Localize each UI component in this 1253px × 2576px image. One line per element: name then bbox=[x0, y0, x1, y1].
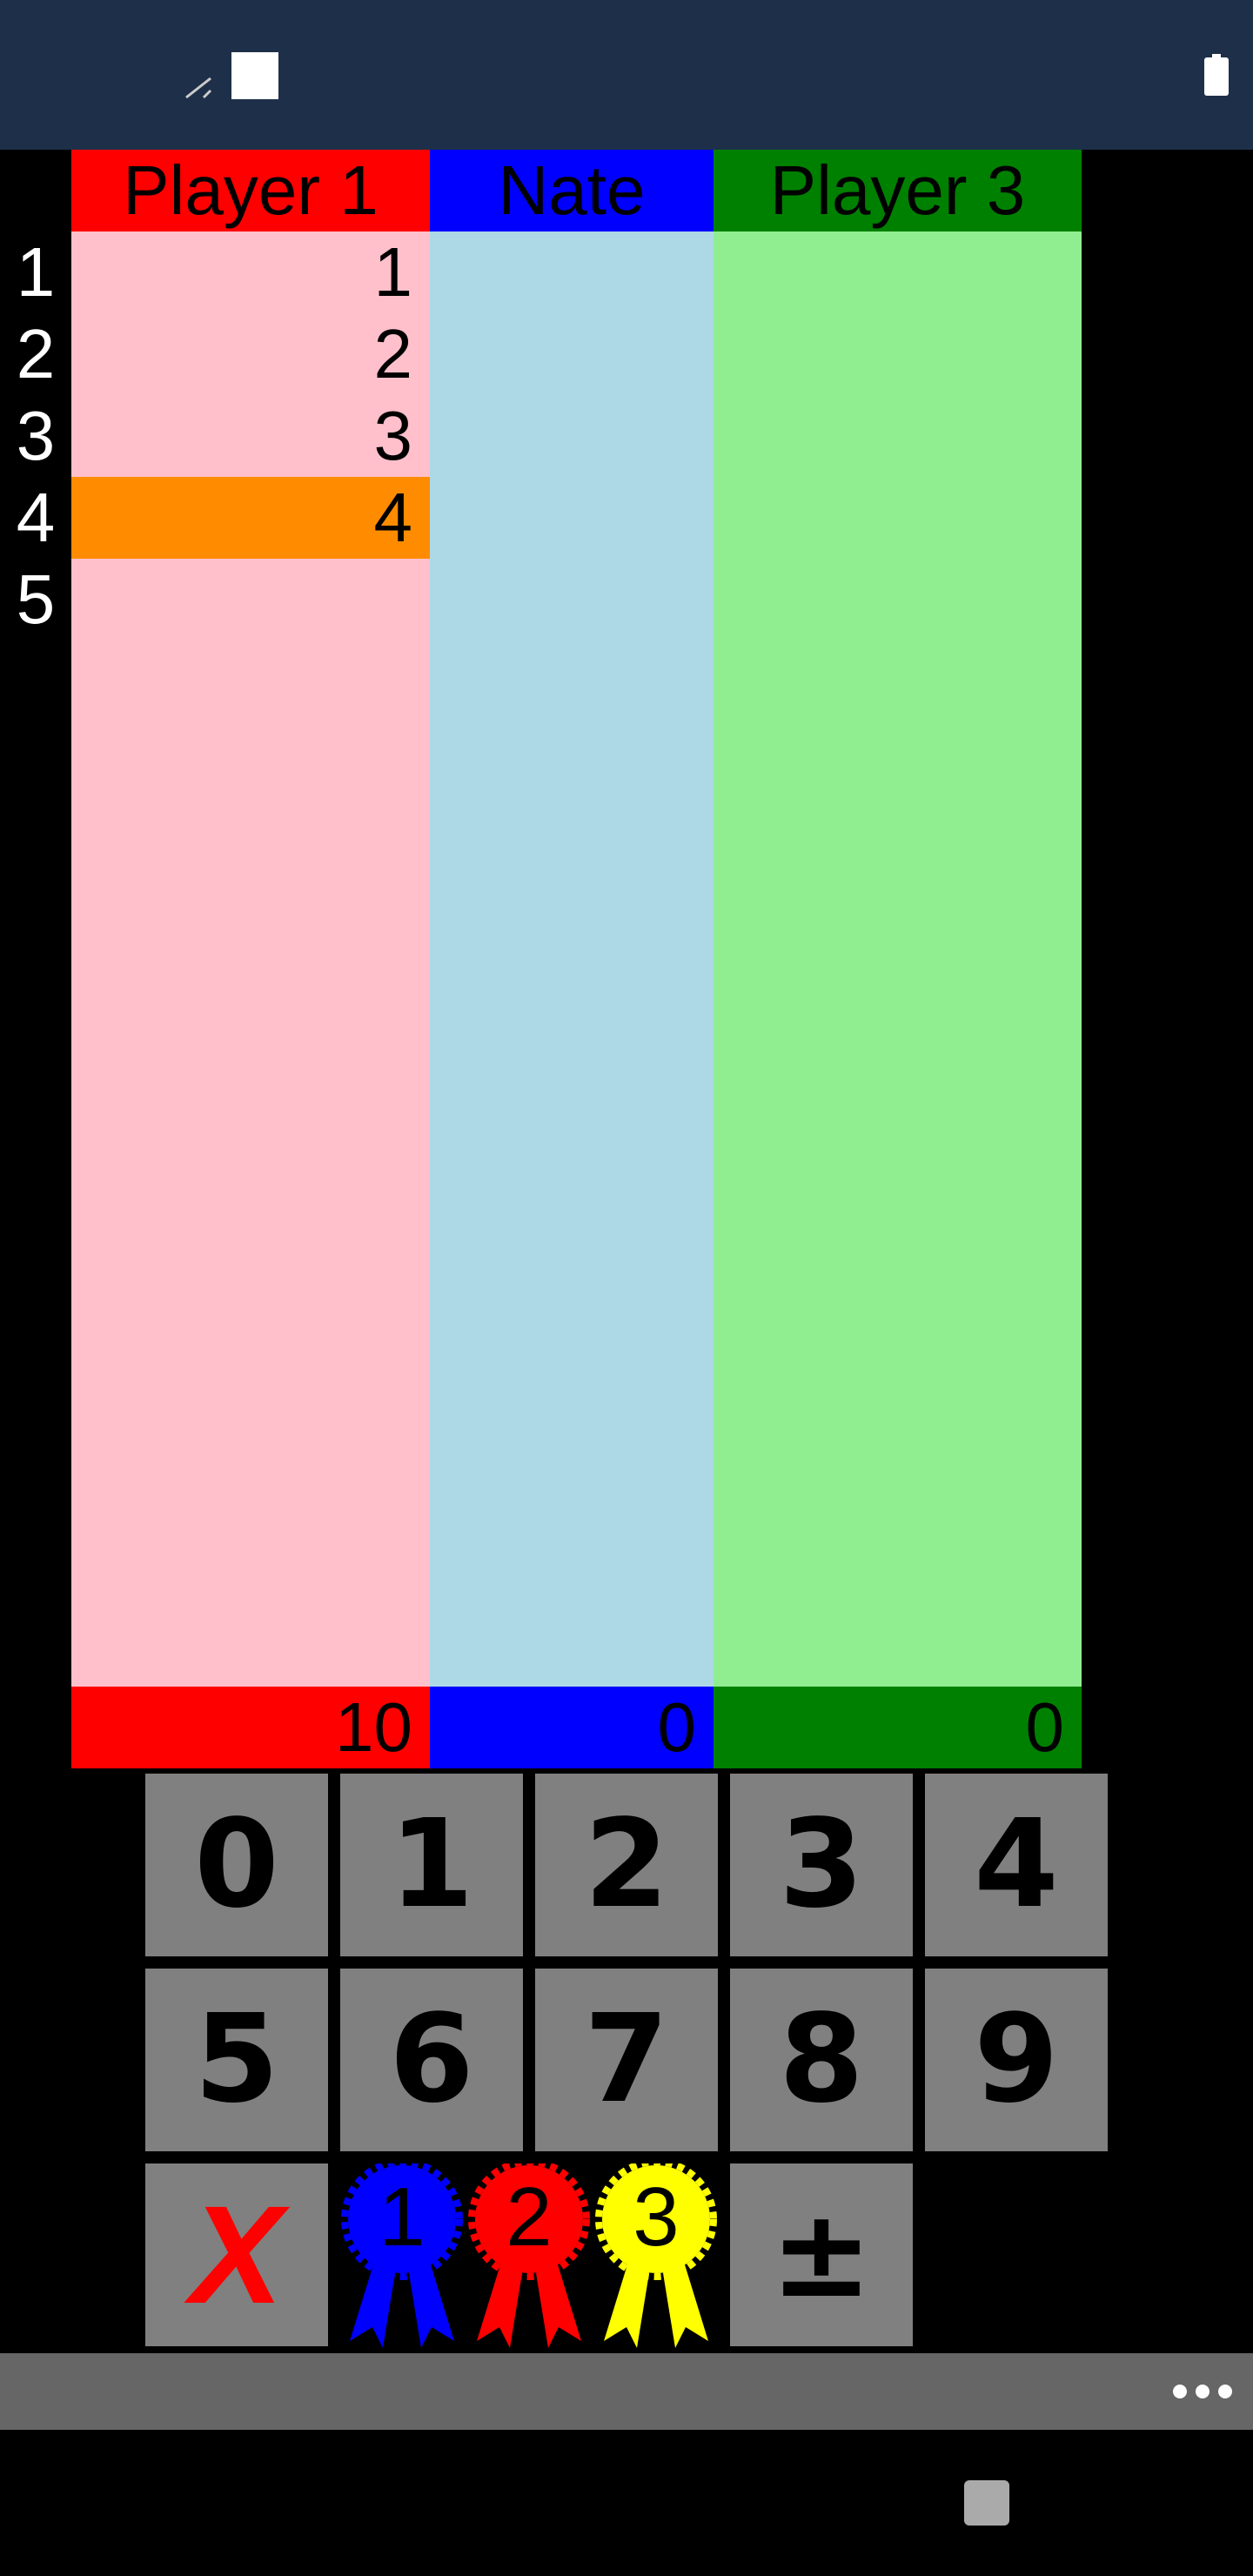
player-2-header[interactable]: Nate bbox=[430, 150, 714, 231]
player-2-score-column[interactable] bbox=[430, 231, 714, 1687]
score-cell[interactable]: 3 bbox=[71, 395, 430, 477]
ribbon-label: 2 bbox=[506, 2170, 553, 2264]
key-7-button[interactable]: 7 bbox=[535, 1969, 718, 2151]
second-place-ribbon-button[interactable]: 2 bbox=[468, 2158, 590, 2348]
key-1-button[interactable]: 1 bbox=[340, 1774, 523, 1956]
round-number: 1 bbox=[16, 233, 56, 311]
key-6-button[interactable]: 6 bbox=[340, 1969, 523, 2151]
round-number: 3 bbox=[16, 397, 56, 474]
player-3-score-column[interactable] bbox=[714, 231, 1082, 1687]
plus-minus-button[interactable]: ± bbox=[730, 2163, 913, 2346]
key-8-button[interactable]: 8 bbox=[730, 1969, 913, 2151]
ribbon-label: 1 bbox=[379, 2170, 425, 2264]
key-3-button[interactable]: 3 bbox=[730, 1774, 913, 1956]
first-place-ribbon-button[interactable]: 1 bbox=[341, 2158, 463, 2348]
recents-square-icon[interactable] bbox=[964, 2480, 1009, 2526]
signal-icon bbox=[185, 77, 212, 99]
player-3-header[interactable]: Player 3 bbox=[714, 150, 1082, 231]
overflow-menu-icon[interactable] bbox=[1166, 2372, 1236, 2411]
player-3-total: 0 bbox=[714, 1687, 1082, 1768]
player-1-total: 10 bbox=[71, 1687, 430, 1768]
round-number: 4 bbox=[16, 479, 56, 556]
bottom-toolbar bbox=[0, 2353, 1253, 2430]
clear-button[interactable]: X bbox=[145, 2163, 328, 2346]
score-cell-selected[interactable]: 4 bbox=[71, 477, 430, 559]
key-2-button[interactable]: 2 bbox=[535, 1774, 718, 1956]
key-4-button[interactable]: 4 bbox=[925, 1774, 1108, 1956]
round-number: 5 bbox=[16, 560, 56, 638]
third-place-ribbon-button[interactable]: 3 bbox=[595, 2158, 717, 2348]
ribbon-label: 3 bbox=[633, 2170, 680, 2264]
score-cell[interactable]: 1 bbox=[71, 231, 430, 313]
round-number: 2 bbox=[16, 315, 56, 392]
score-cell[interactable]: 2 bbox=[71, 313, 430, 395]
key-0-button[interactable]: 0 bbox=[145, 1774, 328, 1956]
battery-icon bbox=[1204, 54, 1229, 96]
key-5-button[interactable]: 5 bbox=[145, 1969, 328, 2151]
player-1-header[interactable]: Player 1 bbox=[71, 150, 430, 231]
key-9-button[interactable]: 9 bbox=[925, 1969, 1108, 2151]
notification-square-icon bbox=[231, 52, 278, 99]
player-2-total: 0 bbox=[430, 1687, 714, 1768]
